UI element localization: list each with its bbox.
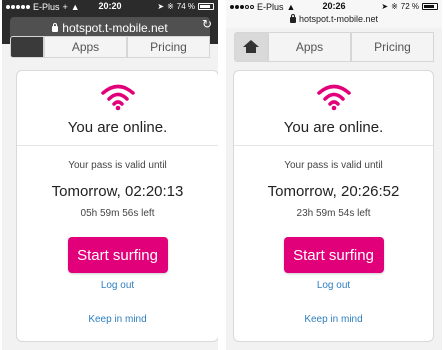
location-icon: ➤ — [381, 2, 389, 11]
online-heading: You are online. — [67, 119, 168, 136]
battery-percent: 74 % — [176, 2, 195, 11]
expiry-time: Tomorrow, 20:26:52 — [267, 183, 400, 200]
reload-icon[interactable]: ↻ — [202, 17, 212, 31]
status-bar: E-Plus ▲ 20:26 ➤ ※ 72 % — [226, 0, 442, 14]
tab-apps[interactable]: Apps — [44, 36, 127, 58]
logout-link[interactable]: Log out — [234, 280, 433, 291]
divider — [17, 145, 218, 146]
wifi-icon — [100, 84, 135, 111]
url-text: hotspot.t-mobile.net — [298, 14, 379, 24]
status-card: You are online. Your pass is valid until… — [233, 70, 434, 342]
tab-pricing[interactable]: Pricing — [351, 32, 434, 62]
valid-until-label: Your pass is valid until — [68, 160, 167, 171]
time-remaining: 23h 59m 54s left — [296, 208, 371, 219]
online-heading: You are online. — [283, 119, 384, 136]
browser-toolbar: hotspot.t-mobile.net — [226, 14, 442, 28]
tab-apps[interactable]: Apps — [268, 32, 351, 62]
logout-link[interactable]: Log out — [17, 280, 218, 291]
lock-icon — [289, 14, 296, 23]
home-icon — [243, 40, 259, 54]
wifi-icon — [316, 84, 351, 111]
tab-home[interactable] — [234, 32, 268, 62]
battery-percent: 72 % — [400, 2, 419, 11]
expiry-time: Tomorrow, 02:20:13 — [51, 183, 184, 200]
site-nav: Apps Pricing — [10, 36, 210, 58]
start-surfing-button[interactable]: Start surfing — [67, 237, 168, 273]
start-surfing-button[interactable]: Start surfing — [283, 237, 384, 273]
tab-pricing[interactable]: Pricing — [127, 36, 210, 58]
valid-until-label: Your pass is valid until — [284, 160, 383, 171]
phone-screen-left: E-Plus + ▲ 20:20 ➤ ※ 74 % hotspot.t-mobil… — [2, 0, 218, 350]
status-card: You are online. Your pass is valid until… — [16, 70, 218, 342]
divider — [234, 145, 433, 146]
keep-in-mind-link[interactable]: Keep in mind — [17, 314, 218, 325]
bluetooth-icon: ※ — [167, 2, 174, 11]
battery-icon — [422, 3, 438, 10]
site-nav: Apps Pricing — [234, 32, 434, 62]
screenshot-pair: E-Plus + ▲ 20:20 ➤ ※ 74 % hotspot.t-mobil… — [0, 0, 444, 350]
status-bar: E-Plus + ▲ 20:20 ➤ ※ 74 % — [2, 0, 218, 14]
address-bar[interactable]: hotspot.t-mobile.net — [226, 14, 442, 24]
lock-icon — [52, 23, 59, 32]
url-text: hotspot.t-mobile.net — [62, 21, 168, 35]
tab-home[interactable] — [10, 36, 44, 58]
bluetooth-icon: ※ — [391, 2, 398, 11]
location-icon: ➤ — [157, 2, 165, 11]
time-remaining: 05h 59m 56s left — [80, 208, 155, 219]
phone-screen-right: E-Plus ▲ 20:26 ➤ ※ 72 % hotspot.t-mobile… — [226, 0, 442, 350]
battery-icon — [198, 3, 214, 10]
keep-in-mind-link[interactable]: Keep in mind — [234, 314, 433, 325]
